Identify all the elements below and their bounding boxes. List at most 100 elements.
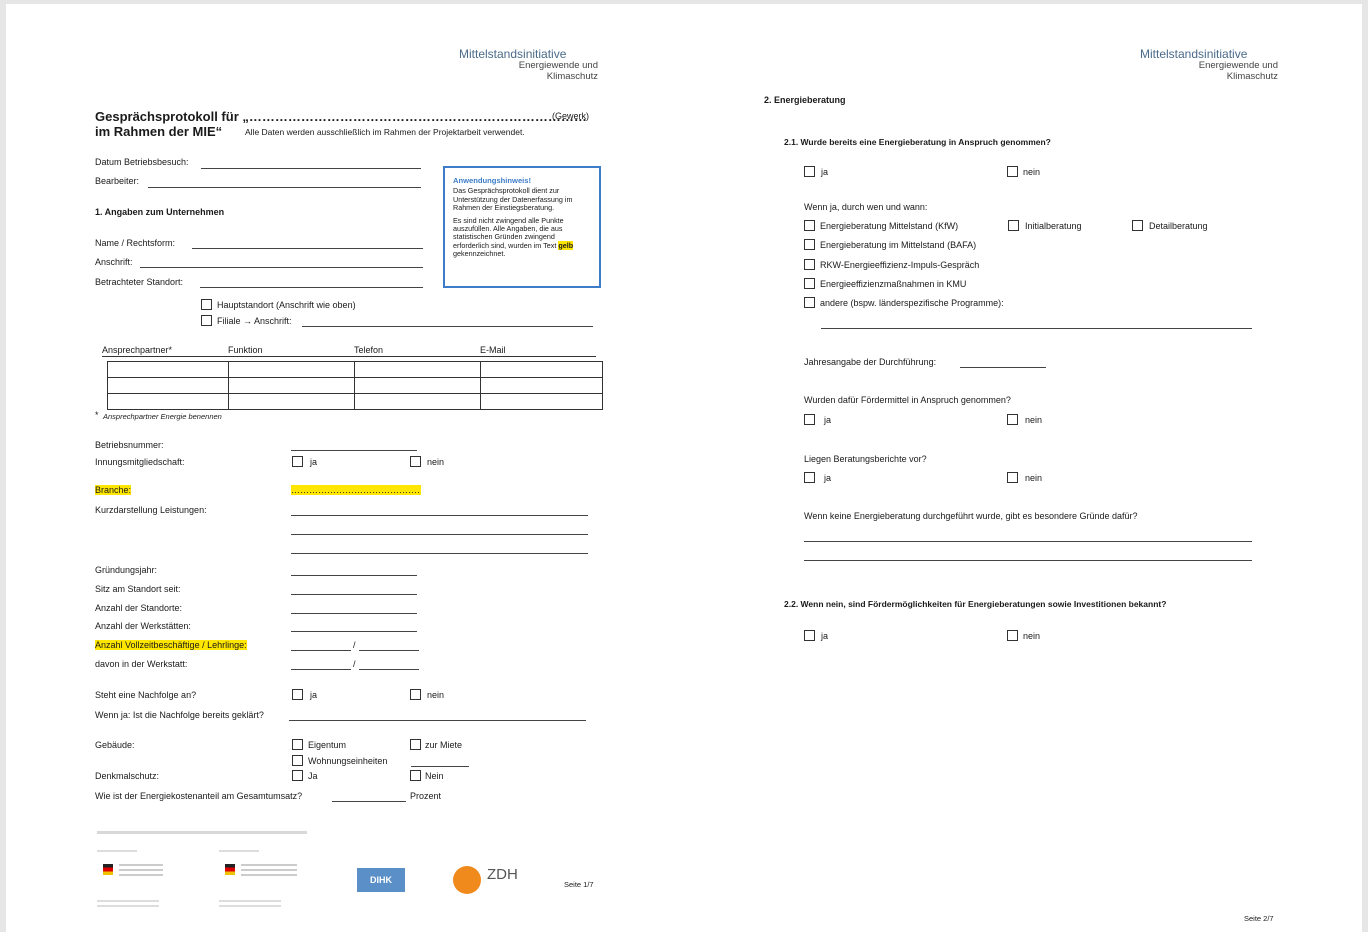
detail-checkbox[interactable] <box>1132 220 1143 231</box>
berichte-label: Liegen Beratungsberichte vor? <box>804 454 927 464</box>
jahresangabe-field[interactable] <box>960 367 1046 368</box>
kurzdarstellung-field-3[interactable] <box>291 553 588 554</box>
branche-field[interactable]: ………………………………………… <box>291 485 421 495</box>
zdh-logo-text: ZDH <box>487 866 518 883</box>
nachfolge-ja-checkbox[interactable] <box>292 689 303 700</box>
anschrift-field[interactable] <box>140 267 423 268</box>
initial-label: Initialberatung <box>1025 221 1082 231</box>
rkw-checkbox[interactable] <box>804 259 815 270</box>
innung-nein-checkbox[interactable] <box>410 456 421 467</box>
table-cell[interactable] <box>228 393 355 410</box>
table-cell[interactable] <box>354 361 481 378</box>
table-cell[interactable] <box>228 361 355 378</box>
doc-title-note: Alle Daten werden ausschließlich im Rahm… <box>245 127 525 137</box>
q21-nein-checkbox[interactable] <box>1007 166 1018 177</box>
andere-checkbox[interactable] <box>804 297 815 308</box>
q22-nein-checkbox[interactable] <box>1007 630 1018 641</box>
foerdermittel-nein-checkbox[interactable] <box>1007 414 1018 425</box>
berichte-nein-checkbox[interactable] <box>1007 472 1018 483</box>
kmu-checkbox[interactable] <box>804 278 815 289</box>
funding-logos-placeholder <box>241 864 297 866</box>
table-cell[interactable] <box>107 377 229 394</box>
q21-nein-label: nein <box>1023 167 1041 177</box>
gruendungsjahr-label: Gründungsjahr: <box>95 565 158 575</box>
document-viewport: Mittelstandsinitiative Energiewende und … <box>6 4 1362 932</box>
werkstaetten-field[interactable] <box>291 631 417 632</box>
standorte-label: Anzahl der Standorte: <box>95 603 183 613</box>
table-cell[interactable] <box>107 361 229 378</box>
funding-logos-placeholder <box>97 900 159 902</box>
initial-checkbox[interactable] <box>1008 220 1019 231</box>
berichte-nein-label: nein <box>1025 473 1043 483</box>
andere-field[interactable] <box>821 328 1252 329</box>
usage-note-p2: Es sind nicht zwingend alle Punkte auszu… <box>453 216 591 259</box>
filiale-label: Filiale → Anschrift: <box>217 316 292 326</box>
filiale-field[interactable] <box>302 326 593 327</box>
q22-ja-checkbox[interactable] <box>804 630 815 641</box>
eigentum-checkbox[interactable] <box>292 739 303 750</box>
denkmal-ja-checkbox[interactable] <box>292 770 303 781</box>
filiale-checkbox[interactable] <box>201 315 212 326</box>
table-header-function: Funktion <box>228 345 263 355</box>
q21-ja-checkbox[interactable] <box>804 166 815 177</box>
prozent-label: Prozent <box>410 791 442 801</box>
hauptstandort-checkbox[interactable] <box>201 299 212 310</box>
bafa-label: Energieberatung im Mittelstand (BAFA) <box>820 240 977 250</box>
table-cell[interactable] <box>480 393 603 410</box>
nachfolge-nein-checkbox[interactable] <box>410 689 421 700</box>
berichte-ja-checkbox[interactable] <box>804 472 815 483</box>
davon-vollzeit-field[interactable] <box>291 669 351 670</box>
foerdermittel-ja-checkbox[interactable] <box>804 414 815 425</box>
table-cell[interactable] <box>480 361 603 378</box>
kurzdarstellung-field-1[interactable] <box>291 515 588 516</box>
table-cell[interactable] <box>354 393 481 410</box>
foerdermittel-nein-label: nein <box>1025 415 1043 425</box>
gruende-field-1[interactable] <box>804 541 1252 542</box>
wohnung-checkbox[interactable] <box>292 755 303 766</box>
lehrlinge-field[interactable] <box>359 650 419 651</box>
nachfolge-geklaert-label: Wenn ja: Ist die Nachfolge bereits geklä… <box>95 710 264 720</box>
footnote-star: * <box>95 410 99 420</box>
sitz-field[interactable] <box>291 594 417 595</box>
gruendungsjahr-field[interactable] <box>291 575 417 576</box>
doc-title-suffix: (Gewerk) <box>552 111 590 121</box>
bmwi-eagle-icon <box>103 864 113 875</box>
funding-logos-placeholder <box>119 864 163 866</box>
usage-note-title: Anwendungshinweis! <box>453 176 532 185</box>
wenn-ja-label: Wenn ja, durch wen und wann: <box>804 202 928 212</box>
nachfolge-geklaert-field[interactable] <box>289 720 586 721</box>
denkmal-nein-checkbox[interactable] <box>410 770 421 781</box>
vollzeit-field[interactable] <box>291 650 351 651</box>
kurzdarstellung-field-2[interactable] <box>291 534 588 535</box>
bearbeiter-field[interactable] <box>148 187 421 188</box>
table-cell[interactable] <box>480 377 603 394</box>
name-field[interactable] <box>192 248 423 249</box>
wohnung-field[interactable] <box>411 766 469 767</box>
betriebsnummer-field[interactable] <box>291 450 417 451</box>
table-header-email: E-Mail <box>480 345 506 355</box>
standorte-field[interactable] <box>291 613 417 614</box>
gruende-field-2[interactable] <box>804 560 1252 561</box>
q21-ja-label: ja <box>821 167 829 177</box>
kfw-checkbox[interactable] <box>804 220 815 231</box>
davon-lehrlinge-field[interactable] <box>359 669 419 670</box>
table-cell[interactable] <box>107 393 229 410</box>
dihk-logo: DIHK <box>357 868 405 892</box>
davon-slash: / <box>353 659 356 669</box>
table-cell[interactable] <box>228 377 355 394</box>
datum-field[interactable] <box>201 168 421 169</box>
table-cell[interactable] <box>354 377 481 394</box>
innung-ja-checkbox[interactable] <box>292 456 303 467</box>
nachfolge-ja-label: ja <box>310 690 318 700</box>
standort-field[interactable] <box>200 287 423 288</box>
gebaeude-label: Gebäude: <box>95 740 135 750</box>
usage-note-p2-end: gekennzeichnet. <box>453 249 506 259</box>
miete-checkbox[interactable] <box>410 739 421 750</box>
section-1-heading: 1. Angaben zum Unternehmen <box>95 207 225 217</box>
detail-label: Detailberatung <box>1149 221 1208 231</box>
energiekosten-field[interactable] <box>332 801 406 802</box>
bafa-checkbox[interactable] <box>804 239 815 250</box>
foerdermittel-label: Wurden dafür Fördermittel in Anspruch ge… <box>804 395 1011 405</box>
eigentum-label: Eigentum <box>308 740 347 750</box>
innung-nein-label: nein <box>427 457 445 467</box>
